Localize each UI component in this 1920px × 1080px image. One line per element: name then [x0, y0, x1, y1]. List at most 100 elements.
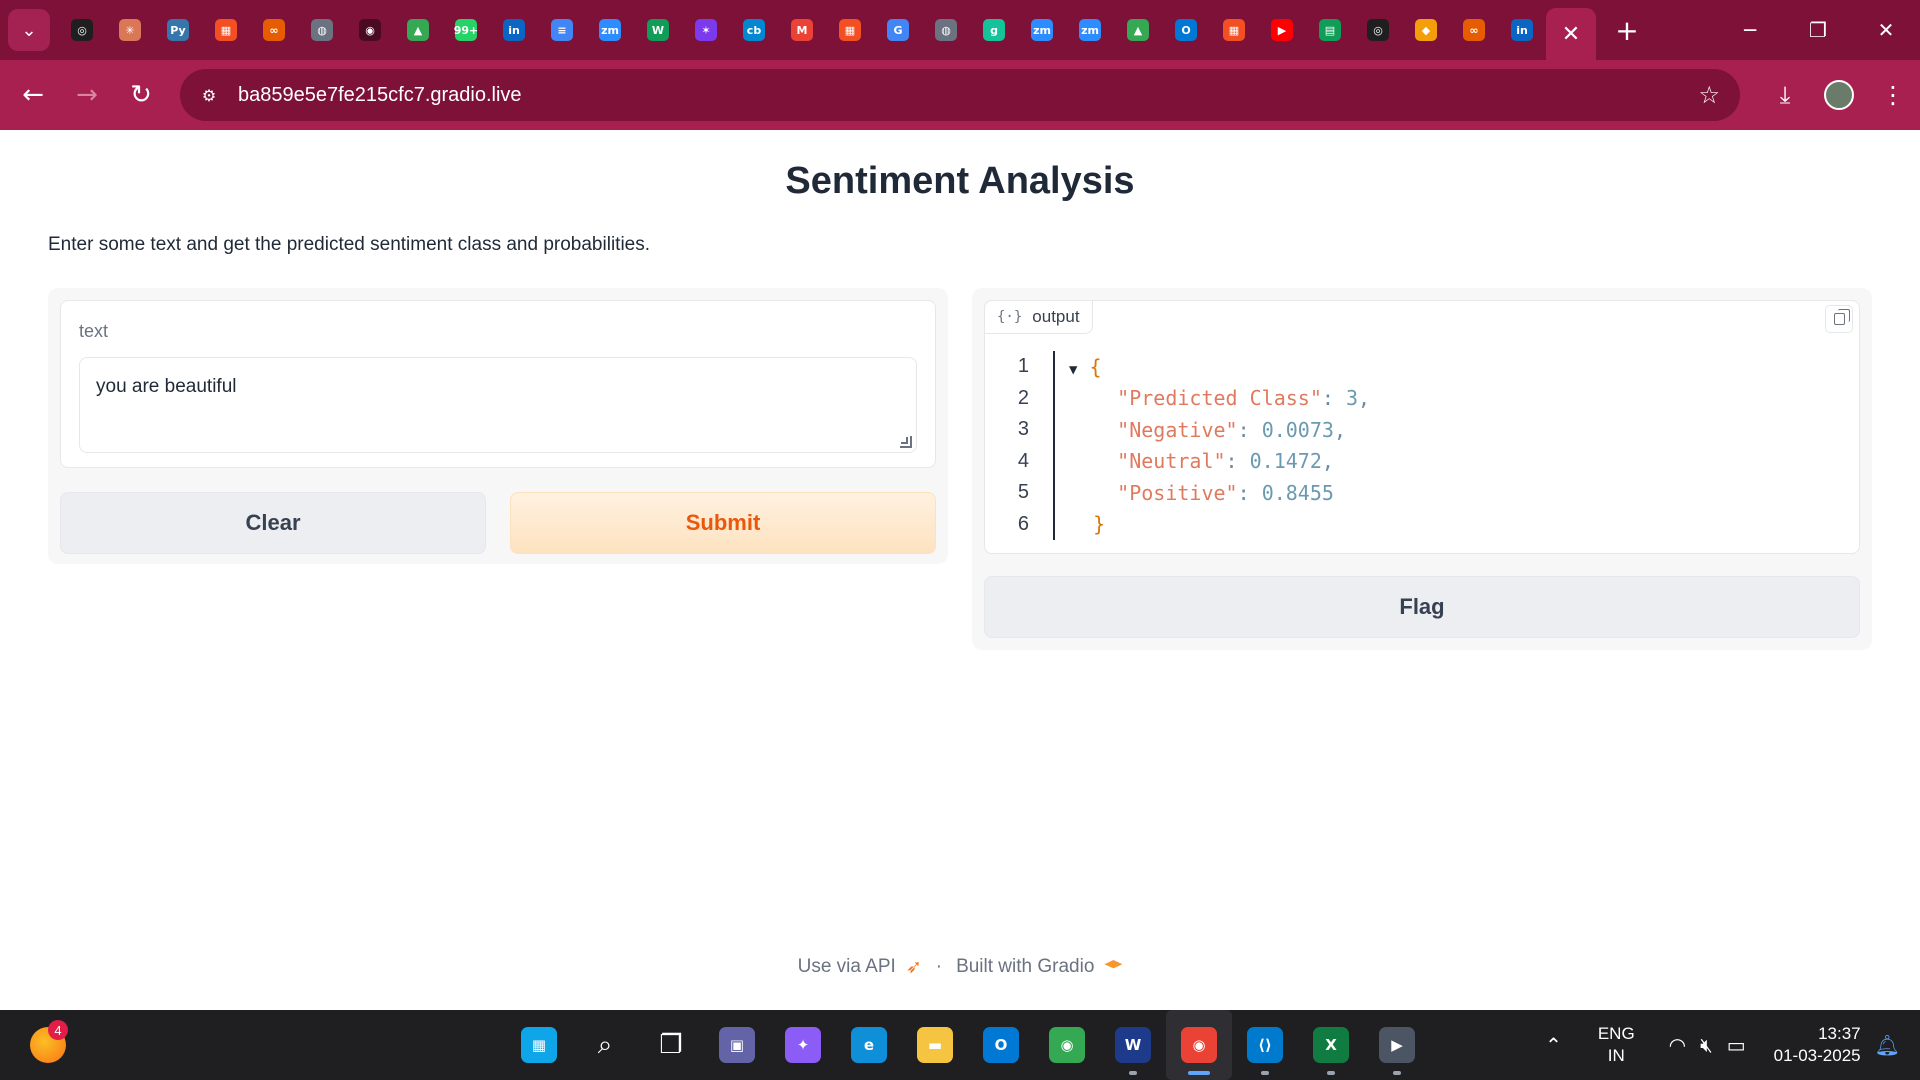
webex-app[interactable]: W — [1100, 1010, 1166, 1080]
windows-taskbar: 4 ▦ ⌕ ❐ ▣ ✦ e ▬ O ◉ W ◉ ⟨⟩ X ▶ ⌃ ENG IN ◠ 🔇︎ ▭ 13:37 … — [0, 1010, 1920, 1080]
json-key: "Predicted Class" — [1117, 386, 1322, 411]
address-bar[interactable]: ⚙ ba859e5e7fe215cfc7.gradio.live ☆ — [180, 69, 1740, 121]
linkedin-tab[interactable]: in — [490, 0, 538, 60]
microsoft-tab[interactable]: ▦ — [202, 0, 250, 60]
edge-app[interactable]: e — [836, 1010, 902, 1080]
whatsapp-tab[interactable]: 99+ — [442, 0, 490, 60]
vscode-app[interactable]: ⟨⟩ — [1232, 1010, 1298, 1080]
copilot-app[interactable]: ✦ — [770, 1010, 836, 1080]
new-tab-button[interactable]: + — [1602, 14, 1652, 47]
microsoft-tab-2[interactable]: ▦ — [826, 0, 874, 60]
browser-tab-strip: ⌄ ◎ ✳ Py ▦ ∞ ◍ ◉ ▲ 99+ in ≡ zm W ✶ cb M ▦ G ◍ g zm zm ▲ O ▦ ▶ ▤ ◎ ◆ ∞… — [0, 0, 1920, 60]
globe-tab-2[interactable]: ◍ — [922, 0, 970, 60]
wifi-icon[interactable]: ◠ — [1669, 1033, 1686, 1057]
youtube-tab[interactable]: ▶ — [1258, 0, 1306, 60]
footer-separator: · — [935, 956, 943, 977]
site-info-icon[interactable]: ⚙ — [192, 78, 226, 112]
tab-search-button[interactable]: ⌄ — [8, 9, 50, 51]
media-player-app[interactable]: ▶ — [1364, 1010, 1430, 1080]
resize-handle-icon[interactable] — [900, 436, 912, 448]
outlook-tab[interactable]: O — [1162, 0, 1210, 60]
claude-tab[interactable]: ✳ — [106, 0, 154, 60]
bookmark-star-icon[interactable]: ☆ — [1698, 81, 1720, 109]
coursera-tab-2[interactable]: ∞ — [1450, 0, 1498, 60]
download-icon[interactable]: ⤓ — [1758, 81, 1812, 109]
teams-app[interactable]: ▣ — [704, 1010, 770, 1080]
menu-kebab-icon[interactable]: ⋮ — [1866, 81, 1920, 109]
notification-bell-icon[interactable]: 🔔︎ — [1875, 1033, 1900, 1057]
openai-tab[interactable]: ◎ — [58, 0, 106, 60]
text-input-field[interactable]: you are beautiful — [79, 357, 917, 453]
reload-button[interactable]: ↻ — [114, 68, 168, 122]
use-via-api-link[interactable]: Use via API — [798, 956, 896, 978]
copy-icon[interactable] — [1825, 305, 1853, 333]
zoom-tab-3[interactable]: zm — [1066, 0, 1114, 60]
chrome-icon: ◉ — [1049, 1027, 1085, 1063]
coursera-tab[interactable]: ∞ — [250, 0, 298, 60]
url-text[interactable]: ba859e5e7fe215cfc7.gradio.live — [238, 84, 522, 107]
submit-button[interactable]: Submit — [510, 492, 936, 554]
file-explorer-app[interactable]: ▬ — [902, 1010, 968, 1080]
docs-tab[interactable]: ≡ — [538, 0, 586, 60]
box-tab[interactable]: ◆ — [1402, 0, 1450, 60]
google-tab[interactable]: G — [874, 0, 922, 60]
volume-muted-icon[interactable]: 🔇︎ — [1700, 1033, 1713, 1057]
wellfound-tab[interactable]: W — [634, 0, 682, 60]
crunchbase-tab[interactable]: cb — [730, 0, 778, 60]
close-icon[interactable]: ✕ — [1562, 22, 1580, 47]
active-tab[interactable]: ✕ — [1546, 8, 1596, 60]
globe-favicon-icon: ◍ — [311, 19, 333, 41]
built-with-gradio-link[interactable]: Built with Gradio — [956, 956, 1094, 978]
drive-tab-2[interactable]: ▲ — [1114, 0, 1162, 60]
linkedin-tab-2[interactable]: in — [1498, 0, 1546, 60]
task-view-button[interactable]: ❐ — [638, 1010, 704, 1080]
code-line: 1 ▼ { — [985, 351, 1861, 383]
grammarly-tab[interactable]: g — [970, 0, 1018, 60]
outlook-icon: O — [983, 1027, 1019, 1063]
gradio-logo-icon — [1104, 960, 1123, 969]
copilot-favicon-icon: ✶ — [695, 19, 717, 41]
close-window-button[interactable]: ✕ — [1852, 0, 1920, 60]
flag-button[interactable]: Flag — [984, 576, 1860, 638]
gmail-favicon-icon: M — [791, 19, 813, 41]
restore-button[interactable]: ❐ — [1784, 0, 1852, 60]
back-button[interactable]: ← — [6, 68, 60, 122]
chevron-up-icon[interactable]: ⌃ — [1545, 1033, 1562, 1057]
collapse-triangle-icon[interactable]: ▼ — [1069, 362, 1077, 378]
github-tab[interactable]: ◉ — [346, 0, 394, 60]
zoom-tab[interactable]: zm — [586, 0, 634, 60]
search-button[interactable]: ⌕ — [572, 1010, 638, 1080]
sheets-tab[interactable]: ▤ — [1306, 0, 1354, 60]
search-icon: ⌕ — [597, 1029, 613, 1060]
openai-favicon-icon: ◎ — [71, 19, 93, 41]
reload-icon: ↻ — [130, 80, 152, 110]
line-number: 1 — [1017, 355, 1029, 378]
clear-button[interactable]: Clear — [60, 492, 486, 554]
globe-tab[interactable]: ◍ — [298, 0, 346, 60]
chrome-profile-app[interactable]: ◉ — [1166, 1010, 1232, 1080]
excel-app[interactable]: X — [1298, 1010, 1364, 1080]
outlook-app[interactable]: O — [968, 1010, 1034, 1080]
teams-icon: ▣ — [719, 1027, 755, 1063]
python-tab[interactable]: Py — [154, 0, 202, 60]
outlook-favicon-icon: O — [1175, 19, 1197, 41]
clock[interactable]: 13:37 01-03-2025 — [1774, 1023, 1861, 1067]
zoom-3-favicon-icon: zm — [1079, 19, 1101, 41]
drive-tab[interactable]: ▲ — [394, 0, 442, 60]
chrome-app[interactable]: ◉ — [1034, 1010, 1100, 1080]
whatsapp-favicon-icon: 99+ — [454, 19, 478, 41]
gmail-tab[interactable]: M — [778, 0, 826, 60]
zoom-tab-2[interactable]: zm — [1018, 0, 1066, 60]
line-number: 5 — [1017, 481, 1029, 504]
battery-icon[interactable]: ▭ — [1727, 1033, 1746, 1057]
minimize-button[interactable]: ─ — [1716, 0, 1784, 60]
microsoft-tab-3[interactable]: ▦ — [1210, 0, 1258, 60]
sheets-favicon-icon: ▤ — [1319, 19, 1341, 41]
language-indicator[interactable]: ENG IN — [1598, 1023, 1635, 1067]
code-line: 3 "Negative": 0.0073, — [985, 414, 1861, 446]
profile-avatar[interactable] — [1824, 80, 1854, 110]
copilot-tab[interactable]: ✶ — [682, 0, 730, 60]
openai-tab-2[interactable]: ◎ — [1354, 0, 1402, 60]
start-button[interactable]: ▦ — [506, 1010, 572, 1080]
forward-button[interactable]: → — [60, 68, 114, 122]
